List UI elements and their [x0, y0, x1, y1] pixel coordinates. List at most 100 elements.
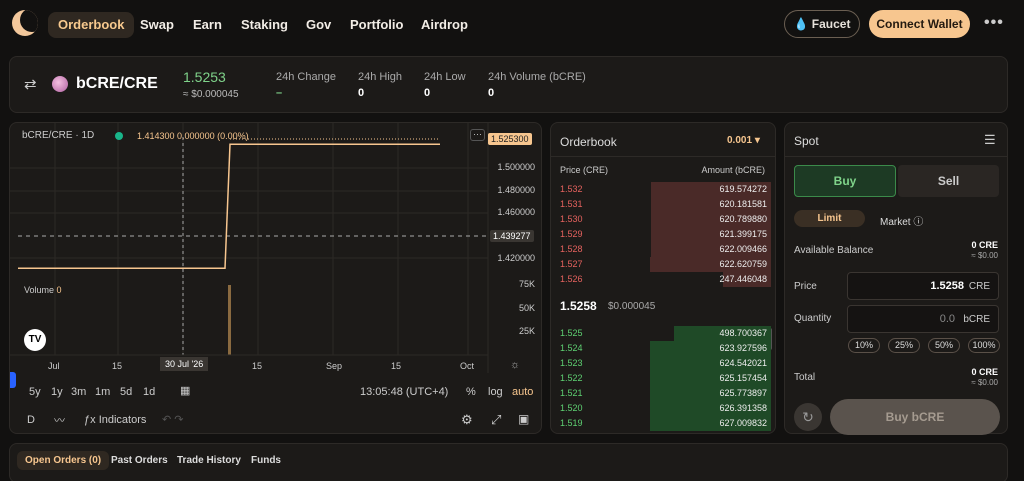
ask-row[interactable]: 1.530 620.789880 — [559, 212, 771, 227]
total-usd: ≈ $0.00 — [971, 378, 998, 387]
ask-row[interactable]: 1.527 622.620759 — [559, 257, 771, 272]
orderbook-panel: Orderbook 0.001 ▾ Price (CRE) Amount (bC… — [550, 122, 776, 434]
nav-airdrop[interactable]: Airdrop — [421, 12, 468, 38]
refresh-icon[interactable]: ↻ — [794, 403, 822, 431]
tab-funds[interactable]: Funds — [251, 455, 281, 466]
date-range-icon[interactable]: ▦ — [180, 384, 190, 397]
bid-row[interactable]: 1.523 624.542021 — [559, 356, 771, 371]
interval-select[interactable]: D — [27, 414, 35, 426]
row-amount: 626.391358 — [719, 403, 767, 413]
nav-earn[interactable]: Earn — [193, 12, 222, 38]
ask-row[interactable]: 1.526 247.446048 — [559, 272, 771, 287]
nav-swap[interactable]: Swap — [140, 12, 174, 38]
bid-row[interactable]: 1.521 625.773897 — [559, 386, 771, 401]
indicators-label[interactable]: Indicators — [99, 414, 147, 426]
limit-tab[interactable]: Limit — [794, 210, 865, 227]
fullscreen-icon[interactable]: ⤢ — [491, 412, 501, 428]
range-1m[interactable]: 1m — [95, 386, 110, 398]
quantity-unit: bCRE — [963, 314, 990, 325]
chart-type-icon[interactable]: 〰 — [54, 412, 65, 428]
chart-ohlc: 1.414300 0.000000 (0.00%) — [137, 131, 249, 141]
y-tick: 1.500000 — [497, 162, 535, 172]
pct-10-button[interactable]: 10% — [848, 338, 880, 353]
volume-title: Volume — [24, 285, 55, 295]
gear-icon[interactable]: ⚙ — [461, 412, 473, 428]
last-price-tag: 1.525300 — [488, 133, 532, 145]
chart-clock[interactable]: 13:05:48 (UTC+4) — [360, 386, 448, 398]
market-tab[interactable]: Market ⓘ — [880, 213, 923, 228]
sliders-icon[interactable]: ☰ — [984, 132, 996, 148]
logo[interactable] — [12, 10, 38, 36]
collapse-handle[interactable] — [10, 372, 16, 388]
y-tick: 1.460000 — [497, 207, 535, 217]
auto-toggle[interactable]: auto — [512, 386, 533, 398]
market-status-icon — [115, 132, 123, 140]
more-icon[interactable]: ••• — [984, 14, 1004, 32]
row-price: 1.519 — [560, 418, 583, 428]
spot-panel: Spot ☰ Buy Sell Limit Market ⓘ Available… — [784, 122, 1008, 435]
pct-25-button[interactable]: 25% — [888, 338, 920, 353]
buy-submit-button[interactable]: Buy bCRE — [830, 399, 1000, 435]
ask-row[interactable]: 1.529 621.399175 — [559, 227, 771, 242]
tradingview-logo-icon[interactable]: TV — [24, 329, 46, 351]
ask-row[interactable]: 1.528 622.009466 — [559, 242, 771, 257]
last-price-usd: ≈ $0.000045 — [183, 89, 239, 100]
vol-tick: 75K — [518, 279, 535, 289]
tab-past-orders[interactable]: Past Orders — [111, 455, 168, 466]
swap-pair-icon[interactable]: ⇄ — [24, 75, 37, 93]
nav-portfolio[interactable]: Portfolio — [350, 12, 403, 38]
chart-more-icon[interactable]: ··· — [470, 129, 485, 141]
pct-50-button[interactable]: 50% — [928, 338, 960, 353]
price-input[interactable]: 1.5258 CRE — [847, 272, 999, 300]
quantity-input[interactable]: 0.0 bCRE — [847, 305, 999, 333]
row-amount: 622.620759 — [719, 259, 767, 269]
tab-open-orders[interactable]: Open Orders (0) — [17, 451, 110, 470]
bid-row[interactable]: 1.524 623.927596 — [559, 341, 771, 356]
range-3m[interactable]: 3m — [71, 386, 86, 398]
nav-orderbook[interactable]: Orderbook — [48, 12, 135, 38]
vol-tick: 50K — [518, 303, 535, 313]
tab-trade-history[interactable]: Trade History — [177, 455, 241, 466]
drop-icon: 💧 — [793, 17, 809, 31]
row-price: 1.532 — [560, 184, 583, 194]
row-amount: 625.773897 — [719, 388, 767, 398]
chevron-down-icon: ▾ — [754, 135, 760, 146]
y-tick: 1.420000 — [497, 253, 535, 263]
ask-row[interactable]: 1.532 619.574272 — [559, 182, 771, 197]
bid-row[interactable]: 1.525 498.700367 — [559, 326, 771, 341]
log-toggle[interactable]: log — [488, 386, 503, 398]
nav-staking[interactable]: Staking — [241, 12, 288, 38]
row-amount: 498.700367 — [719, 328, 767, 338]
buy-tab[interactable]: Buy — [794, 165, 896, 197]
col-price: Price (CRE) — [560, 165, 609, 175]
sell-tab[interactable]: Sell — [898, 165, 999, 197]
faucet-button[interactable]: 💧 Faucet — [784, 10, 860, 38]
row-price: 1.530 — [560, 214, 583, 224]
connect-wallet-button[interactable]: Connect Wallet — [869, 10, 970, 38]
faucet-label: Faucet — [811, 17, 851, 31]
range-5d[interactable]: 5d — [120, 386, 132, 398]
nav-gov[interactable]: Gov — [306, 12, 331, 38]
token-icon — [52, 76, 68, 92]
bid-row[interactable]: 1.522 625.157454 — [559, 371, 771, 386]
bid-row[interactable]: 1.520 626.391358 — [559, 401, 771, 416]
camera-icon[interactable]: ▣ — [518, 412, 529, 426]
tick-size-select[interactable]: 0.001 ▾ — [727, 135, 760, 146]
bid-row[interactable]: 1.519 627.009832 — [559, 416, 771, 431]
percent-toggle[interactable]: % — [466, 386, 476, 398]
row-price: 1.524 — [560, 343, 583, 353]
available-balance-value: 0 CRE — [971, 240, 998, 250]
price-chart[interactable] — [10, 123, 543, 435]
ask-row[interactable]: 1.531 620.181581 — [559, 197, 771, 212]
range-1y[interactable]: 1y — [51, 386, 63, 398]
volume-bar — [228, 285, 231, 355]
pct-100-button[interactable]: 100% — [968, 338, 1000, 353]
undo-icon[interactable]: ↶ ↷ — [162, 413, 184, 426]
pair-name[interactable]: bCRE/CRE — [76, 75, 158, 93]
settings-sun-icon[interactable]: ☼ — [510, 359, 520, 371]
range-1d[interactable]: 1d — [143, 386, 155, 398]
x-tick: Oct — [460, 361, 475, 371]
row-price: 1.525 — [560, 328, 583, 338]
range-5y[interactable]: 5y — [29, 386, 41, 398]
spot-title: Spot — [794, 134, 819, 148]
